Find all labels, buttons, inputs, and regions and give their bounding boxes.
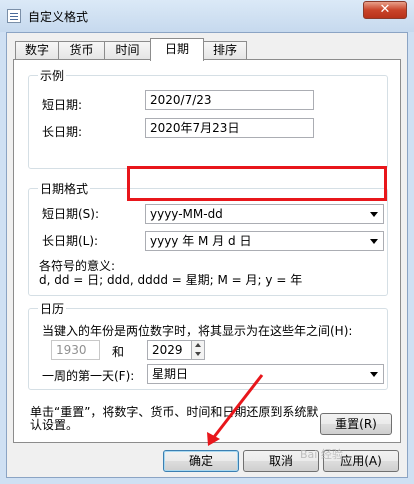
- annotation-arrow-icon: [207, 374, 264, 446]
- tab-date[interactable]: 日期: [150, 38, 204, 61]
- watermark: Bai 经验: [300, 448, 343, 461]
